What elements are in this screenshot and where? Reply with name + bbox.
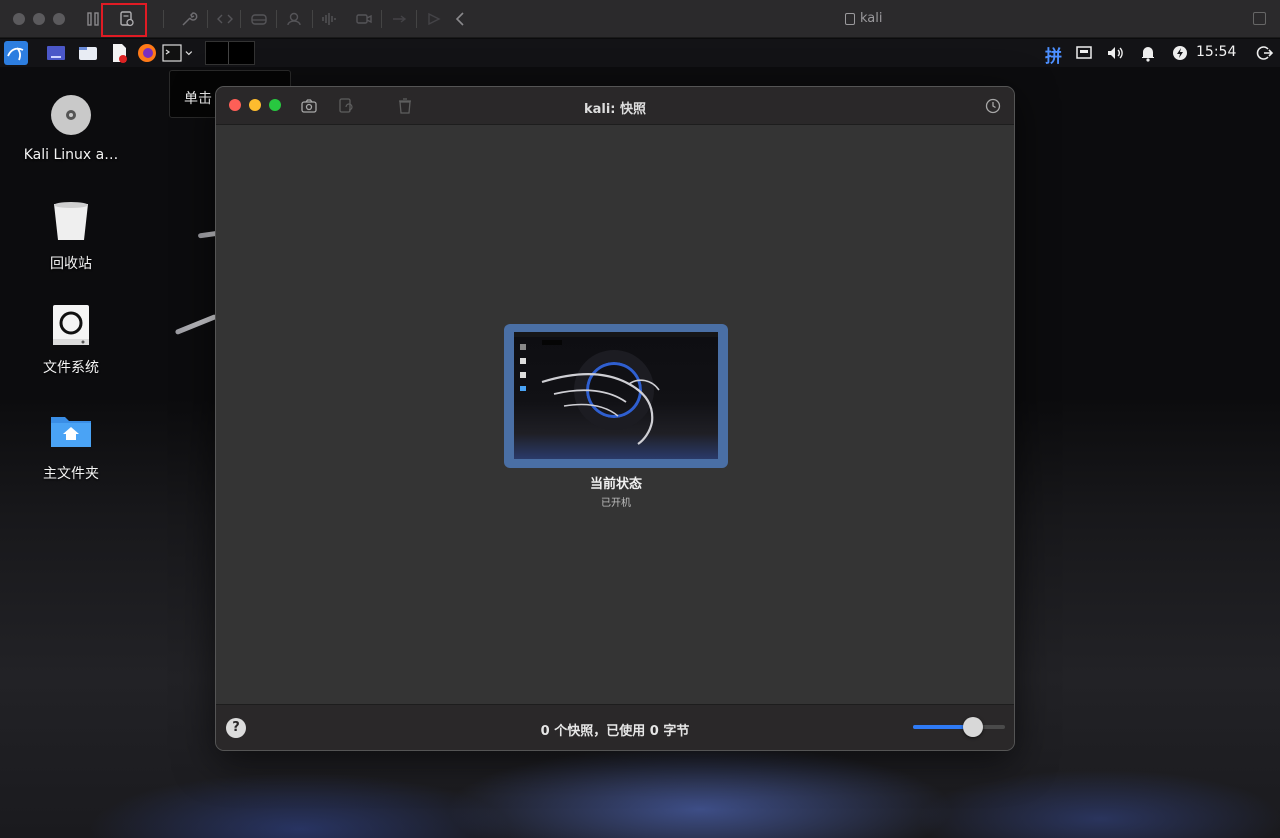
trash-icon (54, 202, 88, 240)
vm-toolbar: kali (0, 0, 1280, 38)
desktop-icon-kali-disc[interactable]: Kali Linux a… (16, 93, 126, 163)
guest-top-panel: 拼 15:54 (0, 39, 1280, 67)
snapshots-dialog: kali: 快照 当前状态 已开机 ? 0 个快照，已使用 0 字节 (215, 86, 1015, 751)
snapshot-summary: 0 个快照，已使用 0 字节 (540, 724, 690, 739)
kali-menu-button[interactable] (4, 41, 28, 65)
back-icon[interactable] (452, 10, 470, 28)
notifications-icon[interactable] (1137, 42, 1159, 64)
document-icon (845, 12, 855, 25)
toolbar-divider (416, 10, 417, 28)
power-manager-icon[interactable] (1169, 42, 1191, 64)
terminal-icon[interactable] (161, 42, 183, 64)
camera-icon[interactable] (355, 10, 373, 28)
text-editor-icon[interactable] (108, 42, 130, 64)
dialog-titlebar: kali: 快照 (216, 87, 1014, 125)
vm-zoom-button[interactable] (53, 13, 65, 25)
toolbar-divider (276, 10, 277, 28)
network-icon[interactable] (1073, 42, 1095, 64)
clock[interactable]: 15:54 (1196, 44, 1236, 60)
desktop-icon-trash[interactable]: 回收站 (16, 199, 126, 273)
desktop-icon-label: Kali Linux a… (23, 147, 119, 163)
share-icon[interactable] (425, 10, 443, 28)
desktop-icon-label: 回收站 (50, 256, 92, 272)
wrench-icon[interactable] (180, 10, 198, 28)
toolbar-divider (207, 10, 208, 28)
clock-icon[interactable] (984, 97, 1002, 115)
file-manager-icon[interactable] (77, 42, 99, 64)
code-icon[interactable] (216, 10, 234, 28)
dialog-footer: ? 0 个快照，已使用 0 字节 (216, 704, 1014, 750)
zoom-slider[interactable] (913, 717, 1005, 737)
vm-close-button[interactable] (13, 13, 25, 25)
dialog-title: kali: 快照 (583, 102, 647, 117)
pause-icon[interactable] (84, 10, 102, 28)
workspace-switcher[interactable] (205, 41, 255, 65)
desktop-icon-filesystem[interactable]: 文件系统 (16, 303, 126, 377)
disc-icon (51, 95, 91, 135)
vm-title-text: kali (860, 11, 883, 26)
volume-icon[interactable] (1104, 42, 1126, 64)
show-desktop-icon[interactable] (45, 42, 67, 64)
input-method-indicator[interactable]: 拼 (1045, 42, 1062, 67)
firefox-icon[interactable] (136, 42, 158, 64)
toolbar-divider (163, 10, 164, 28)
user-icon[interactable] (285, 10, 303, 28)
fullscreen-icon[interactable] (1253, 12, 1266, 25)
toolbar-divider (312, 10, 313, 28)
drive-icon[interactable] (250, 10, 268, 28)
highlight-box (101, 3, 147, 37)
snapshot-thumbnail (514, 332, 718, 459)
audio-icon[interactable] (320, 10, 338, 28)
desktop-icon-label: 主文件夹 (43, 466, 99, 482)
snapshot-name: 当前状态 (589, 477, 642, 492)
wallpaper-detail (174, 313, 218, 336)
home-folder-icon (51, 417, 91, 447)
vm-minimize-button[interactable] (33, 13, 45, 25)
toolbar-divider (381, 10, 382, 28)
snapshot-card-current-state[interactable] (504, 324, 728, 468)
logout-icon[interactable] (1254, 42, 1276, 64)
filesystem-icon (53, 305, 89, 345)
kali-dragon-icon (520, 340, 660, 445)
desktop-icon-label: 文件系统 (43, 360, 99, 376)
chevron-down-icon[interactable] (183, 42, 205, 64)
snapshot-state: 已开机 (601, 498, 631, 509)
usb-icon[interactable] (390, 10, 408, 28)
toolbar-divider (240, 10, 241, 28)
vm-window-title: kali (845, 11, 883, 26)
desktop-icon-home-folder[interactable]: 主文件夹 (16, 409, 126, 483)
zoom-slider-knob[interactable] (962, 717, 983, 737)
